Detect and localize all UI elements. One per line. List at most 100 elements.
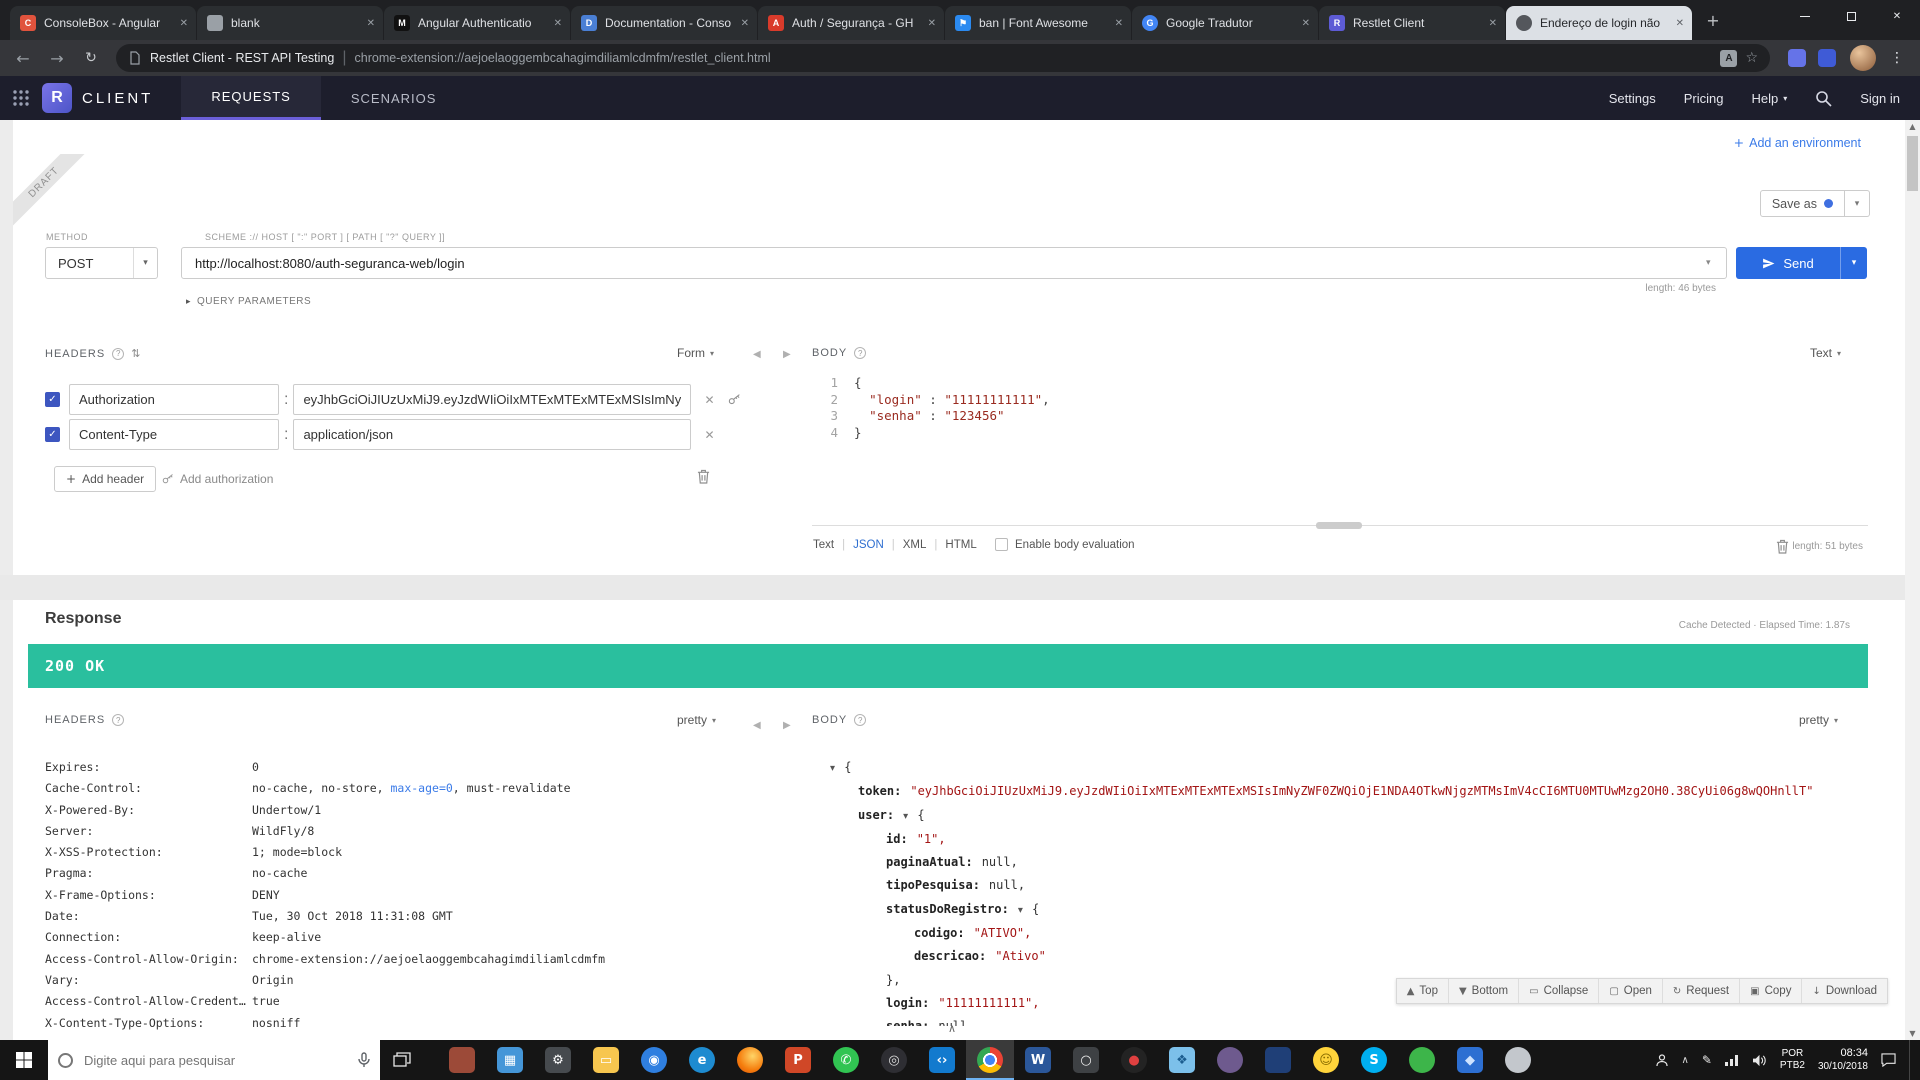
taskbar-app-diamond[interactable]: ◆	[1446, 1040, 1494, 1080]
tab-close-icon[interactable]: ✕	[1489, 18, 1497, 29]
body-format-html[interactable]: HTML	[945, 539, 976, 551]
bookmark-star-icon[interactable]: ☆	[1745, 50, 1758, 66]
help-icon[interactable]: ?	[112, 347, 125, 360]
body-format-xml[interactable]: XML	[903, 539, 927, 551]
query-parameters-toggle[interactable]: ▸ QUERY PARAMETERS	[186, 296, 311, 307]
pricing-link[interactable]: Pricing	[1684, 91, 1724, 106]
taskbar-vscode[interactable]: ‹›	[918, 1040, 966, 1080]
taskbar-browser-compass[interactable]: ◉	[630, 1040, 678, 1080]
taskbar-edge[interactable]: e	[678, 1040, 726, 1080]
help-icon[interactable]: ?	[854, 347, 867, 359]
tab-close-icon[interactable]: ✕	[928, 18, 936, 29]
tab-close-icon[interactable]: ✕	[554, 18, 562, 29]
response-headers-mode-dropdown[interactable]: pretty ▾	[677, 713, 716, 727]
remove-header-icon[interactable]: ✕	[704, 393, 714, 407]
taskbar-github-desktop[interactable]	[1206, 1040, 1254, 1080]
help-icon[interactable]: ?	[854, 714, 867, 726]
new-tab-button[interactable]: +	[1700, 9, 1726, 35]
taskbar-search-tool[interactable]: ○	[1062, 1040, 1110, 1080]
close-button[interactable]: ✕	[1874, 0, 1920, 32]
browser-menu-icon[interactable]: ⋮	[1890, 50, 1904, 66]
response-toolbar-collapse[interactable]: ▭ Collapse	[1518, 979, 1598, 1003]
show-desktop-button[interactable]	[1909, 1040, 1914, 1080]
help-menu[interactable]: Help ▾	[1751, 91, 1787, 106]
tab-close-icon[interactable]: ✕	[1302, 18, 1310, 29]
collapse-caret-icon[interactable]: ▾	[1018, 905, 1026, 916]
response-toolbar-download[interactable]: ↓ Download	[1801, 979, 1887, 1003]
sign-in-link[interactable]: Sign in	[1860, 91, 1900, 106]
reload-button[interactable]: ↻	[76, 50, 106, 66]
translate-icon[interactable]: A	[1720, 49, 1738, 67]
taskbar-emoji-app[interactable]: ☺	[1302, 1040, 1350, 1080]
header-enabled-checkbox[interactable]: ✓	[45, 392, 60, 407]
taskbar-settings-gear[interactable]: ⚙	[534, 1040, 582, 1080]
hidden-icons-chevron[interactable]: ∧	[1682, 1055, 1689, 1066]
url-history-caret-icon[interactable]: ▾	[1706, 258, 1711, 268]
taskbar-powerpoint[interactable]: P	[774, 1040, 822, 1080]
response-body-mode-dropdown[interactable]: pretty ▾	[1799, 713, 1838, 727]
url-input[interactable]	[181, 247, 1727, 279]
taskbar-app-red-dot[interactable]: ●	[1110, 1040, 1158, 1080]
taskbar-whatsapp[interactable]: ✆	[822, 1040, 870, 1080]
response-toolbar-bottom[interactable]: ▼ Bottom	[1447, 979, 1518, 1003]
browser-tab[interactable]: Endereço de login não ✕	[1506, 6, 1692, 40]
sort-icon[interactable]: ⇅	[131, 347, 141, 360]
add-authorization-link[interactable]: Add authorization	[162, 472, 273, 486]
tab-close-icon[interactable]: ✕	[367, 18, 375, 29]
help-icon[interactable]: ?	[112, 714, 125, 726]
pen-icon[interactable]: ✎	[1702, 1053, 1712, 1067]
tab-close-icon[interactable]: ✕	[1115, 18, 1123, 29]
tab-requests[interactable]: REQUESTS	[181, 76, 321, 120]
resize-grip[interactable]	[1316, 522, 1362, 529]
browser-tab[interactable]: M Angular Authenticatio ✕	[384, 6, 570, 40]
header-name-input[interactable]	[69, 384, 279, 415]
header-value-input[interactable]	[293, 384, 692, 415]
taskbar-app-2[interactable]: ▦	[486, 1040, 534, 1080]
header-name-input[interactable]	[69, 419, 279, 450]
tab-close-icon[interactable]: ✕	[180, 18, 188, 29]
taskbar-search-input[interactable]	[82, 1051, 349, 1069]
save-as-button[interactable]: Save as	[1759, 190, 1845, 217]
taskbar-skype[interactable]: S	[1350, 1040, 1398, 1080]
headers-mode-dropdown[interactable]: Form ▾	[677, 346, 714, 360]
microphone-icon[interactable]	[358, 1052, 370, 1068]
collapse-panel-right-icon[interactable]: ▶	[783, 349, 791, 360]
response-toolbar-top[interactable]: ▲ Top	[1397, 979, 1448, 1003]
browser-tab[interactable]: D Documentation - Conso ✕	[571, 6, 757, 40]
browser-tab[interactable]: C ConsoleBox - Angular ✕	[10, 6, 196, 40]
add-header-button[interactable]: + Add header	[54, 466, 157, 492]
taskbar-app-silver[interactable]	[1494, 1040, 1542, 1080]
browser-tab[interactable]: G Google Tradutor ✕	[1132, 6, 1318, 40]
language-indicator[interactable]: POR PTB2	[1780, 1048, 1805, 1072]
taskbar-clock[interactable]: 08:34 30/10/2018	[1818, 1047, 1868, 1073]
collapse-caret-icon[interactable]: ▾	[830, 763, 838, 774]
auth-key-icon[interactable]	[728, 393, 741, 406]
delete-headers-icon[interactable]	[697, 469, 710, 484]
extension-icon-1[interactable]	[1788, 49, 1806, 67]
taskbar-photos[interactable]: ❖	[1158, 1040, 1206, 1080]
body-format-json[interactable]: JSON	[853, 539, 884, 551]
minimize-button[interactable]	[1782, 0, 1828, 32]
people-icon[interactable]	[1655, 1053, 1669, 1067]
forward-button[interactable]: →	[42, 49, 72, 68]
enable-body-evaluation-checkbox[interactable]	[995, 538, 1008, 551]
collapse-panel-left-icon[interactable]: ◀	[753, 349, 761, 360]
taskbar-word[interactable]: W	[1014, 1040, 1062, 1080]
vertical-scrollbar[interactable]: ▲ ▼	[1905, 120, 1920, 1040]
address-bar[interactable]: Restlet Client - REST API Testing | chro…	[116, 44, 1770, 72]
start-button[interactable]	[0, 1040, 48, 1080]
editor-resize-divider[interactable]	[812, 522, 1868, 529]
collapse-panel-left-icon[interactable]: ◀	[753, 720, 761, 731]
scroll-down-arrow-icon[interactable]: ▼	[1905, 1029, 1920, 1038]
tab-scenarios[interactable]: SCENARIOS	[321, 76, 467, 120]
taskbar-search[interactable]	[48, 1040, 380, 1080]
tab-close-icon[interactable]: ✕	[741, 18, 749, 29]
settings-link[interactable]: Settings	[1609, 91, 1656, 106]
send-button[interactable]: Send	[1736, 247, 1840, 279]
add-environment-link[interactable]: + Add an environment	[1734, 135, 1861, 150]
taskbar-file-explorer[interactable]: ▭	[582, 1040, 630, 1080]
response-toolbar-open[interactable]: ▢ Open	[1598, 979, 1662, 1003]
apps-grid-icon[interactable]	[12, 89, 30, 107]
browser-tab[interactable]: A Auth / Segurança - GH ✕	[758, 6, 944, 40]
taskbar-app-1[interactable]	[438, 1040, 486, 1080]
